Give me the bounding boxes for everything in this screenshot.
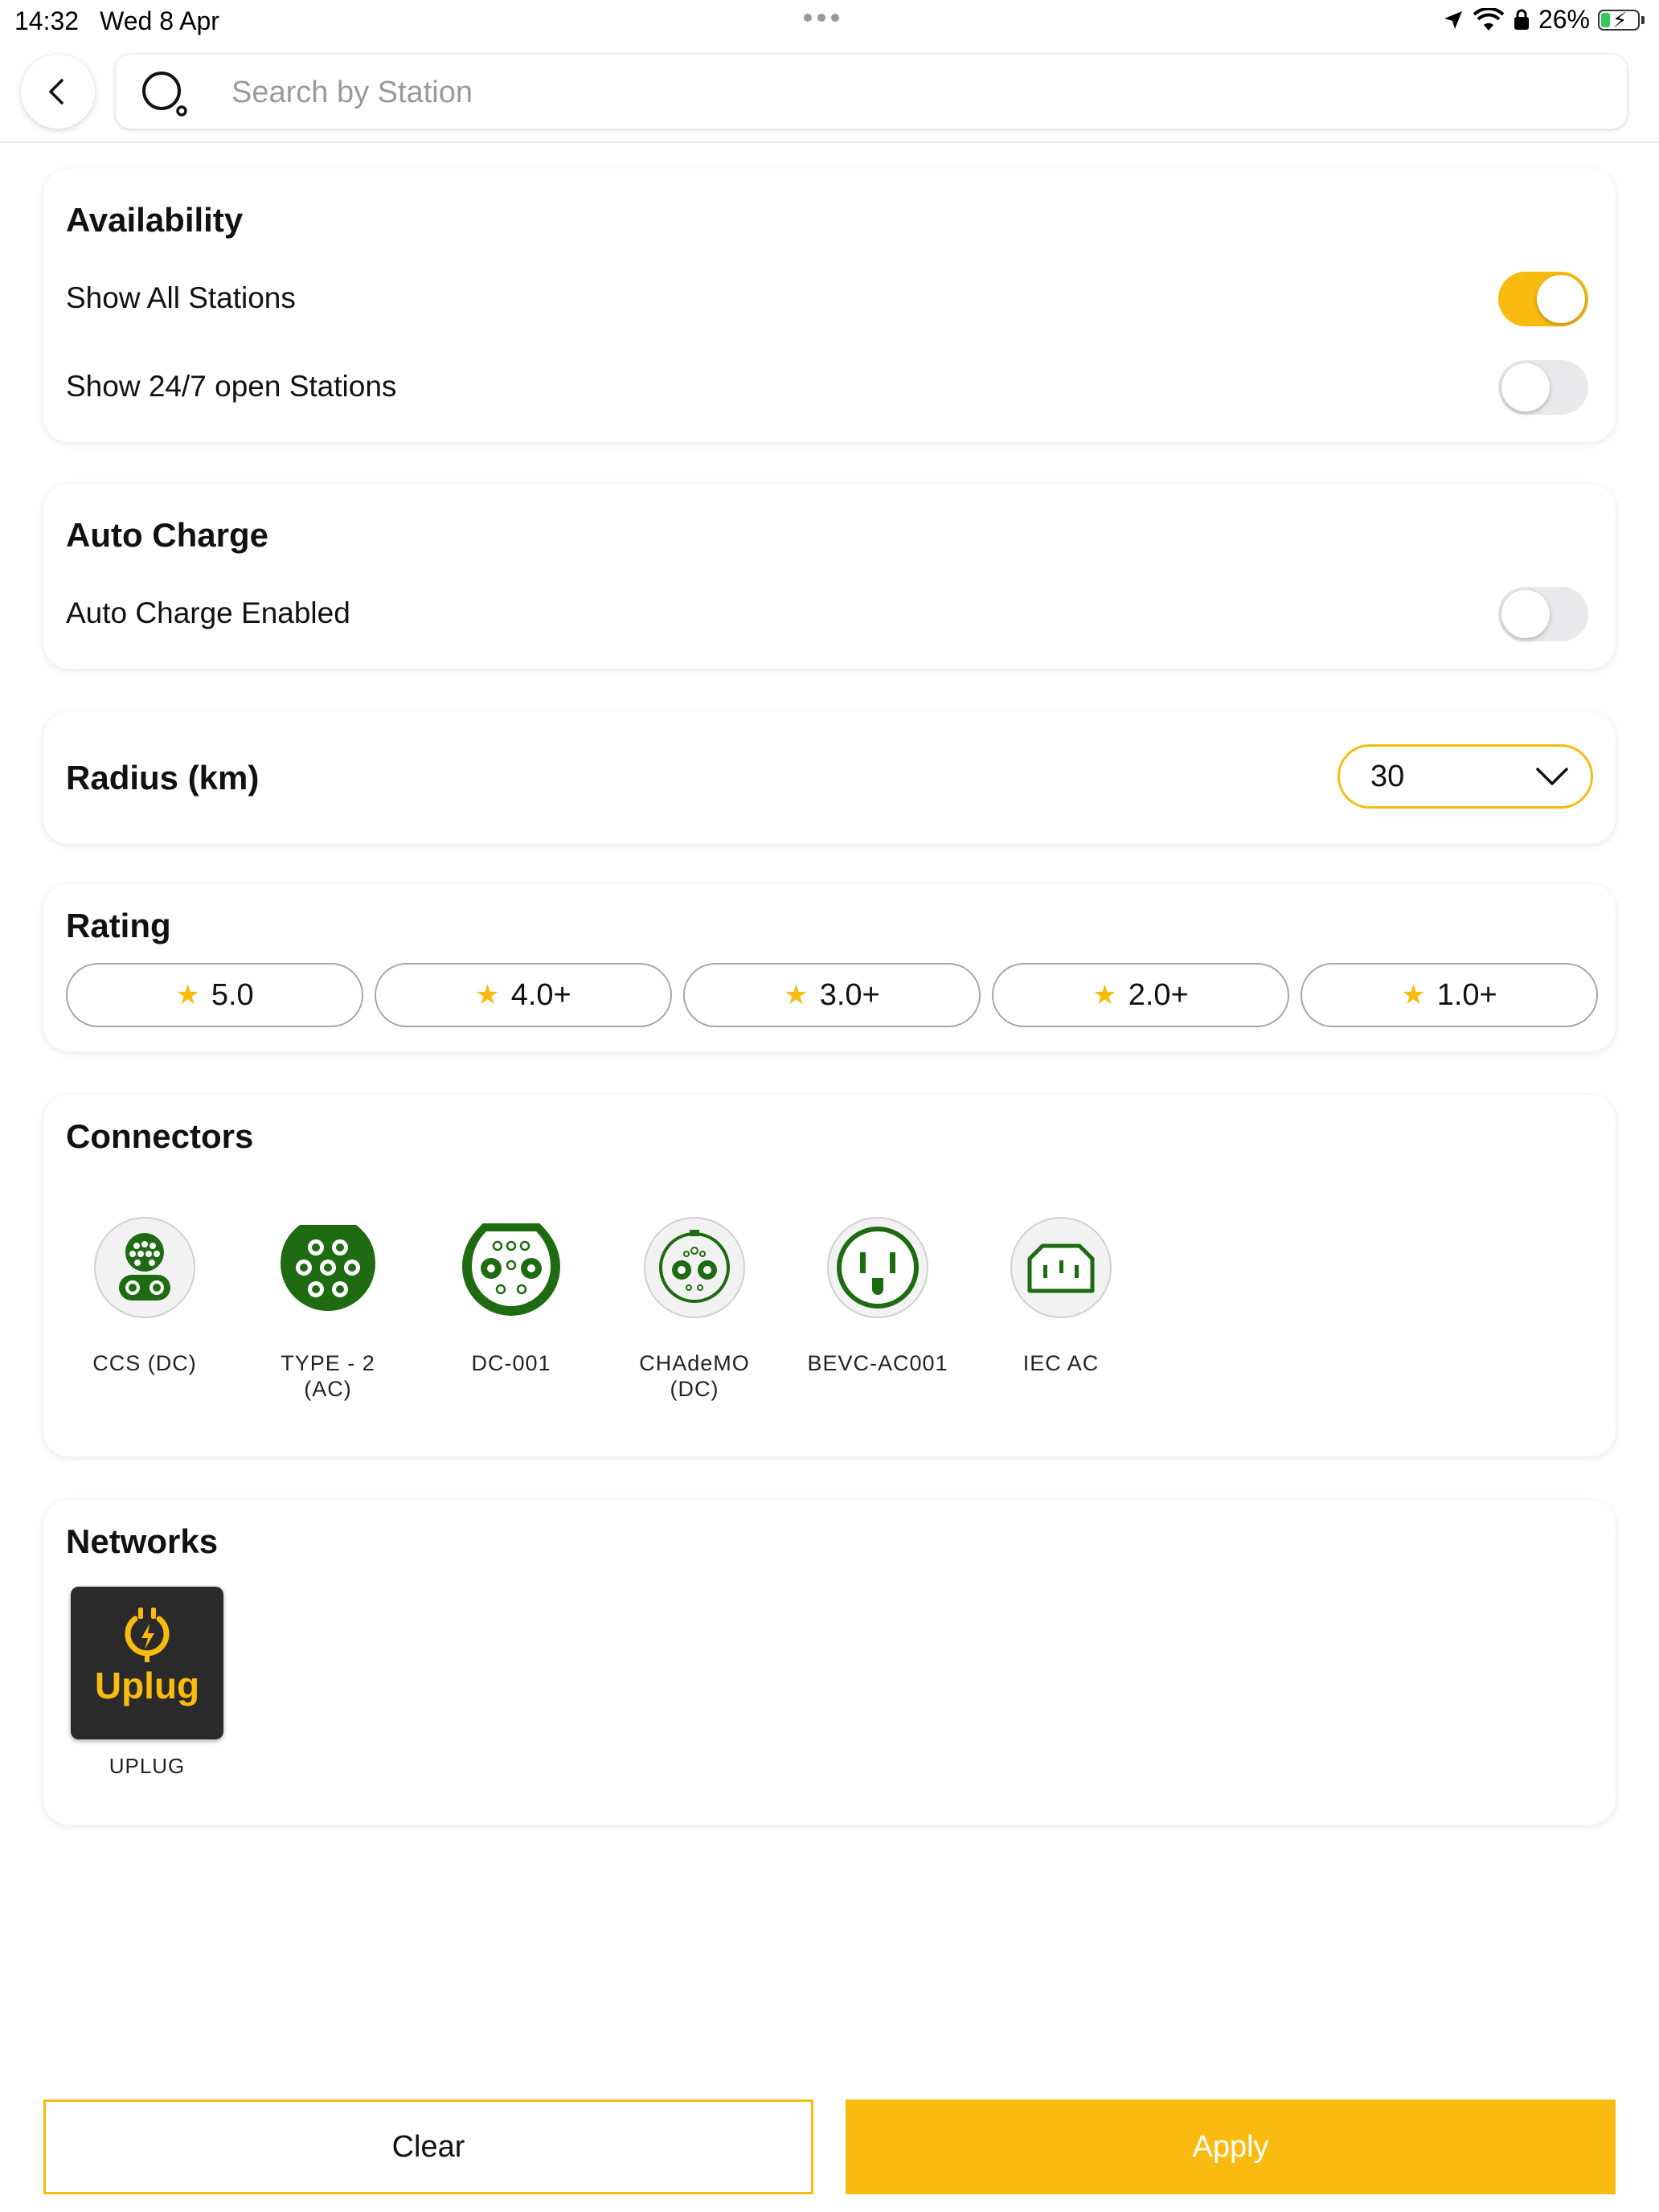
- connector-label-text: BEVC-AC001: [807, 1351, 948, 1375]
- type2-connector-icon: [281, 1225, 375, 1311]
- ccs-connector-icon: [94, 1217, 195, 1318]
- availability-title: Availability: [66, 201, 244, 239]
- radius-dropdown[interactable]: 30: [1337, 744, 1593, 809]
- rating-option-label: 3.0+: [819, 977, 880, 1012]
- rating-options: ★ 5.0 ★ 4.0+ ★ 3.0+ ★ 2.0+ ★ 1.0+: [66, 963, 1598, 1027]
- star-icon: ★: [784, 980, 809, 1010]
- orientation-lock-icon: [1514, 9, 1529, 30]
- connectors-title: Connectors: [66, 1117, 254, 1155]
- rating-option-5[interactable]: ★ 5.0: [66, 963, 363, 1027]
- auto-charge-enabled-toggle[interactable]: [1498, 587, 1588, 641]
- connector-label-text: CHAdeMO (DC): [639, 1351, 750, 1401]
- location-arrow-icon: [1444, 10, 1462, 29]
- chevron-down-icon: [1536, 768, 1568, 785]
- connector-chademo-dc[interactable]: CHAdeMO (DC): [603, 1215, 786, 1402]
- network-logo-text: Uplug: [94, 1665, 200, 1706]
- connector-iec-ac[interactable]: IEC AC: [969, 1215, 1153, 1376]
- status-time: 14:32: [14, 6, 80, 35]
- auto-charge-enabled-label: Auto Charge Enabled: [66, 596, 350, 629]
- rating-option-3[interactable]: ★ 3.0+: [683, 963, 981, 1027]
- toggle-knob: [1501, 590, 1550, 638]
- networks-title: Networks: [66, 1522, 219, 1560]
- status-time-date: 14:32 Wed 8 Apr: [14, 6, 240, 36]
- rating-option-label: 1.0+: [1436, 977, 1497, 1012]
- star-icon: ★: [475, 980, 500, 1010]
- uplug-logo-icon: [125, 1608, 170, 1662]
- search-icon: [142, 72, 187, 117]
- connector-label: TYPE - 2 (AC): [236, 1350, 420, 1402]
- header: [0, 45, 1659, 143]
- battery-percent: 26%: [1538, 5, 1590, 34]
- radius-title: Radius (km): [66, 759, 260, 797]
- wifi-icon: [1473, 7, 1505, 31]
- multitasking-dots-icon[interactable]: [804, 11, 845, 26]
- connector-label-text: CCS (DC): [92, 1351, 197, 1375]
- network-uplug-tile[interactable]: Uplug: [71, 1587, 223, 1739]
- connectors-card: Connectors CCS (DC) TYPE - 2 (AC) DC-001…: [43, 1095, 1616, 1456]
- rating-option-2[interactable]: ★ 2.0+: [992, 963, 1289, 1027]
- radius-card: Radius (km) 30: [43, 712, 1616, 844]
- star-icon: ★: [175, 980, 200, 1010]
- show-all-stations-label: Show All Stations: [66, 281, 296, 314]
- connector-label-text: IEC AC: [1022, 1351, 1100, 1375]
- connector-type2-ac[interactable]: TYPE - 2 (AC): [236, 1215, 420, 1402]
- networks-card: Networks Uplug UPLUG: [43, 1500, 1616, 1825]
- connector-label: BEVC-AC001: [786, 1350, 969, 1376]
- connector-label: IEC AC: [969, 1350, 1153, 1376]
- chevron-left-icon: [49, 79, 63, 104]
- show-24-7-stations-label: Show 24/7 open Stations: [66, 370, 397, 403]
- iec-connector-icon: [1010, 1217, 1112, 1318]
- clear-button[interactable]: Clear: [43, 2099, 813, 2194]
- star-icon: ★: [1401, 980, 1426, 1010]
- bevc-connector-icon: [827, 1217, 928, 1318]
- rating-option-label: 4.0+: [510, 977, 571, 1012]
- radius-selected-value: 30: [1370, 760, 1405, 793]
- auto-charge-title: Auto Charge: [66, 516, 268, 554]
- rating-card: Rating ★ 5.0 ★ 4.0+ ★ 3.0+ ★ 2.0+ ★ 1.0+: [43, 884, 1616, 1051]
- availability-card: Availability Show All Stations Show 24/7…: [43, 169, 1616, 442]
- rating-title: Rating: [66, 907, 171, 944]
- connector-label-text: DC-001: [471, 1351, 551, 1375]
- dc001-connector-icon: [462, 1223, 560, 1316]
- connector-label: CHAdeMO (DC): [603, 1350, 786, 1402]
- rating-option-1[interactable]: ★ 1.0+: [1301, 963, 1598, 1027]
- search-input[interactable]: [230, 68, 1600, 117]
- search-box[interactable]: [116, 55, 1627, 129]
- connector-ccs-dc[interactable]: CCS (DC): [53, 1215, 236, 1376]
- back-button[interactable]: [21, 55, 95, 129]
- chademo-connector-icon: [644, 1217, 745, 1318]
- status-indicators: 26% ⚡: [1442, 5, 1645, 35]
- show-all-stations-toggle[interactable]: [1498, 272, 1588, 326]
- connector-label: CCS (DC): [53, 1350, 236, 1376]
- connector-label-text: TYPE - 2 (AC): [281, 1351, 375, 1401]
- toggle-knob: [1537, 275, 1585, 323]
- status-date: Wed 8 Apr: [100, 6, 219, 35]
- rating-option-label: 5.0: [211, 977, 254, 1012]
- battery-icon: ⚡: [1598, 8, 1640, 32]
- show-24-7-stations-toggle[interactable]: [1498, 360, 1588, 415]
- connector-label: DC-001: [420, 1350, 603, 1376]
- star-icon: ★: [1092, 980, 1117, 1010]
- rating-option-4[interactable]: ★ 4.0+: [375, 963, 672, 1027]
- connector-dc-001[interactable]: DC-001: [420, 1215, 603, 1376]
- network-label: UPLUG: [109, 1754, 186, 1778]
- status-bar: 14:32 Wed 8 Apr 26% ⚡: [0, 0, 1659, 45]
- auto-charge-card: Auto Charge Auto Charge Enabled: [43, 484, 1616, 669]
- apply-button[interactable]: Apply: [846, 2099, 1616, 2194]
- rating-option-label: 2.0+: [1128, 977, 1189, 1012]
- toggle-knob: [1501, 363, 1550, 412]
- connector-bevc-ac001[interactable]: BEVC-AC001: [786, 1215, 969, 1376]
